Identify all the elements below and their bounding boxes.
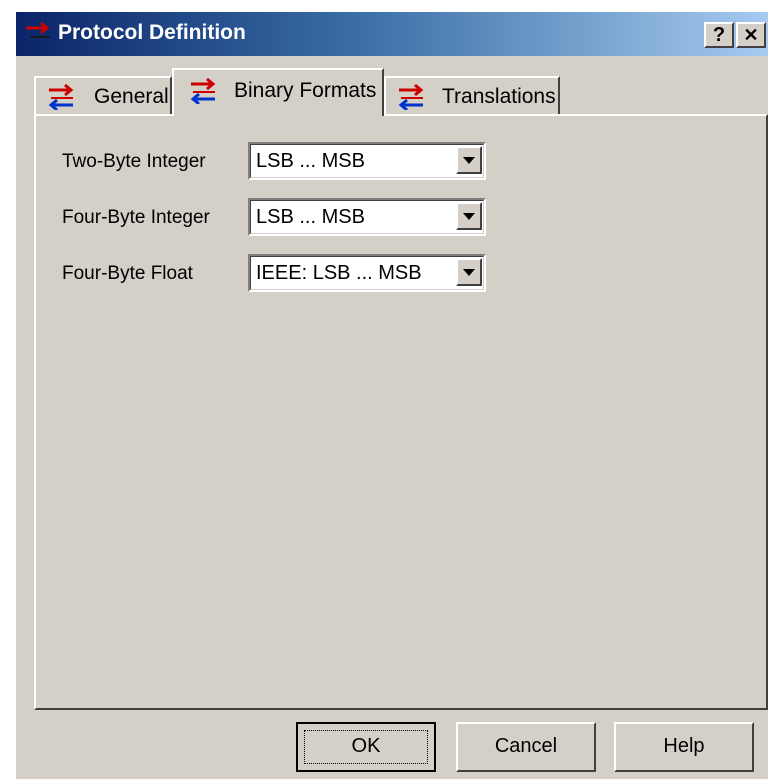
tab-translations-label: Translations (442, 85, 556, 108)
dropdown-arrow-button[interactable] (456, 202, 482, 230)
chevron-down-icon (463, 157, 475, 164)
tab-binary-formats-label: Binary Formats (234, 79, 377, 102)
four-byte-integer-select[interactable]: LSB ... MSB (248, 198, 486, 236)
dropdown-arrow-button[interactable] (456, 258, 482, 286)
tab-general[interactable]: General (34, 76, 172, 114)
protocol-arrows-icon (26, 21, 50, 38)
tab-translations[interactable]: Translations (384, 76, 560, 114)
chevron-down-icon (463, 213, 475, 220)
help-title-button[interactable]: ? (704, 22, 734, 48)
help-button-label: Help (663, 735, 705, 757)
two-byte-integer-value: LSB ... MSB (256, 150, 365, 172)
tab-general-label: General (94, 85, 169, 108)
binary-formats-panel: Two-Byte Integer LSB ... MSB Four-Byte I… (34, 114, 768, 710)
window-title: Protocol Definition (58, 21, 246, 44)
tab-binary-formats[interactable]: Binary Formats (172, 68, 384, 116)
title-bar[interactable]: Protocol Definition ? ✕ (16, 12, 768, 56)
four-byte-float-select[interactable]: IEEE: LSB ... MSB (248, 254, 486, 292)
exchange-arrows-icon (398, 84, 424, 110)
two-byte-integer-label: Two-Byte Integer (62, 151, 206, 172)
exchange-arrows-icon (48, 84, 74, 110)
cancel-button[interactable]: Cancel (456, 722, 596, 772)
close-icon: ✕ (743, 25, 759, 45)
help-button[interactable]: Help (614, 722, 754, 772)
two-byte-integer-select[interactable]: LSB ... MSB (248, 142, 486, 180)
exchange-arrows-icon (190, 78, 216, 104)
four-byte-integer-label: Four-Byte Integer (62, 207, 210, 228)
ok-button[interactable]: OK (296, 722, 436, 772)
protocol-definition-dialog: Protocol Definition ? ✕ General Binary F… (14, 10, 768, 779)
four-byte-float-value: IEEE: LSB ... MSB (256, 262, 422, 284)
dropdown-arrow-button[interactable] (456, 146, 482, 174)
cancel-button-label: Cancel (494, 735, 558, 757)
chevron-down-icon (463, 269, 475, 276)
ok-button-label: OK (351, 735, 381, 757)
close-title-button[interactable]: ✕ (736, 22, 766, 48)
four-byte-integer-value: LSB ... MSB (256, 206, 365, 228)
four-byte-float-label: Four-Byte Float (62, 263, 193, 284)
